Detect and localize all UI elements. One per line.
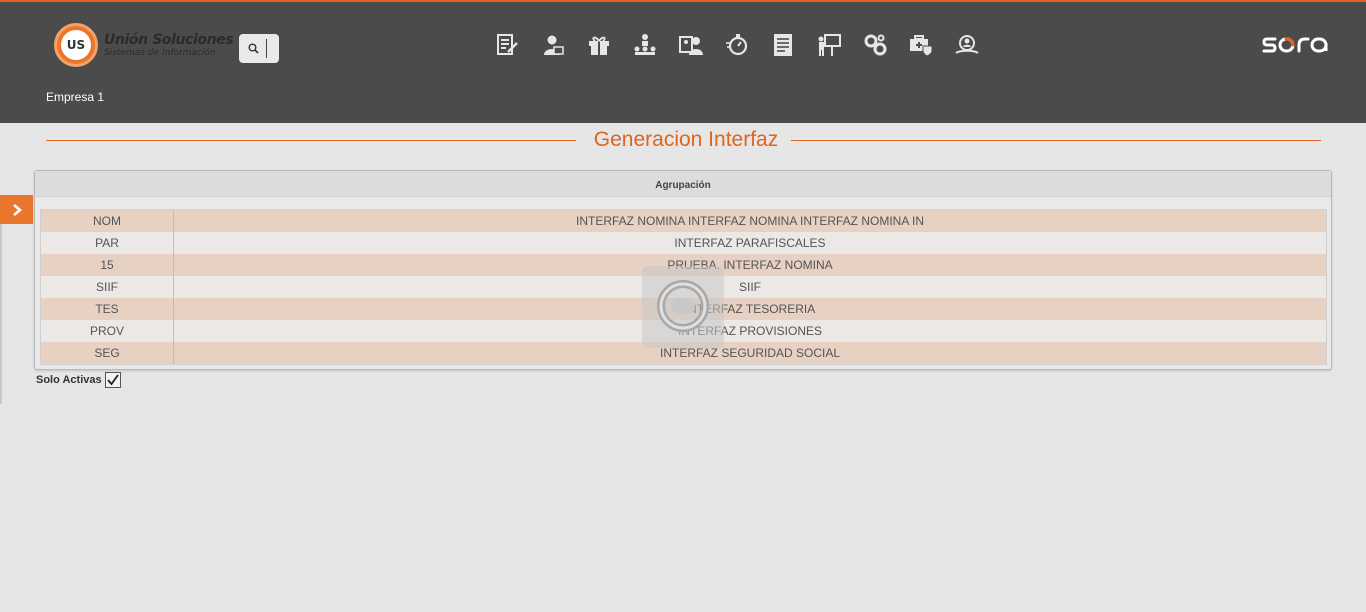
top-header: US Unión Soluciones Sistemas de Informac… — [0, 0, 1366, 123]
gift-icon[interactable] — [585, 31, 613, 59]
user-search-icon[interactable] — [953, 31, 981, 59]
row-code: TES — [41, 298, 174, 320]
title-divider-right — [791, 140, 1321, 141]
row-description: INTERFAZ NOMINA INTERFAZ NOMINA INTERFAZ… — [575, 214, 925, 228]
active-filter-label: Solo Activas — [36, 374, 102, 386]
sidebar-toggle-button[interactable] — [0, 195, 33, 224]
user-profile-icon[interactable] — [539, 31, 567, 59]
search-button[interactable] — [239, 34, 279, 63]
row-code: 15 — [41, 254, 174, 276]
row-code: PAR — [41, 232, 174, 254]
active-filter-checkbox[interactable] — [104, 372, 121, 388]
chevron-right-icon — [12, 203, 22, 216]
employee-card-icon[interactable] — [677, 31, 705, 59]
row-description: PRUEBA. INTERFAZ NOMINA — [667, 258, 833, 272]
document-edit-icon[interactable] — [493, 31, 521, 59]
row-code: NOM — [41, 210, 174, 232]
checkmark-icon — [106, 374, 119, 386]
page-title: Generacion Interfaz — [593, 128, 779, 151]
module-toolbar — [493, 31, 999, 59]
report-document-icon[interactable] — [769, 31, 797, 59]
stopwatch-icon[interactable] — [723, 31, 751, 59]
search-icon — [248, 43, 259, 54]
spinner-icon — [657, 280, 709, 332]
organization-hierarchy-icon[interactable] — [631, 31, 659, 59]
row-code: SEG — [41, 342, 174, 364]
settings-gears-icon[interactable] — [861, 31, 889, 59]
row-description: INTERFAZ PROVISIONES — [677, 324, 823, 338]
title-divider-left — [46, 140, 576, 141]
row-description: INTERFAZ SEGURIDAD SOCIAL — [659, 346, 841, 360]
sidebar-edge — [0, 224, 2, 404]
company-logo[interactable]: US Unión Soluciones Sistemas de Informac… — [54, 23, 234, 67]
sora-brand-logo — [1262, 37, 1328, 53]
logo-badge: US — [54, 23, 98, 67]
row-description: INTERFAZ TESORERIA — [684, 302, 816, 316]
logo-badge-text: US — [61, 30, 91, 60]
row-code: SIIF — [41, 276, 174, 298]
presentation-icon[interactable] — [815, 31, 843, 59]
row-code: PROV — [41, 320, 174, 342]
table-row[interactable]: PAR INTERFAZ PARAFISCALES — [41, 232, 1326, 254]
page-title-row: Generacion Interfaz — [46, 128, 1321, 152]
active-filter: Solo Activas — [36, 372, 121, 388]
medical-case-icon[interactable] — [907, 31, 935, 59]
company-name: Empresa 1 — [46, 90, 105, 104]
panel-header: Agrupación — [35, 171, 1331, 197]
logo-subtitle: Sistemas de Información — [104, 47, 216, 58]
row-description: INTERFAZ PARAFISCALES — [674, 236, 826, 250]
loading-spinner — [642, 266, 724, 348]
row-description: SIIF — [738, 280, 761, 294]
search-caret — [266, 39, 267, 58]
table-row[interactable]: NOM INTERFAZ NOMINA INTERFAZ NOMINA INTE… — [41, 210, 1326, 232]
logo-title: Unión Soluciones — [104, 31, 234, 48]
